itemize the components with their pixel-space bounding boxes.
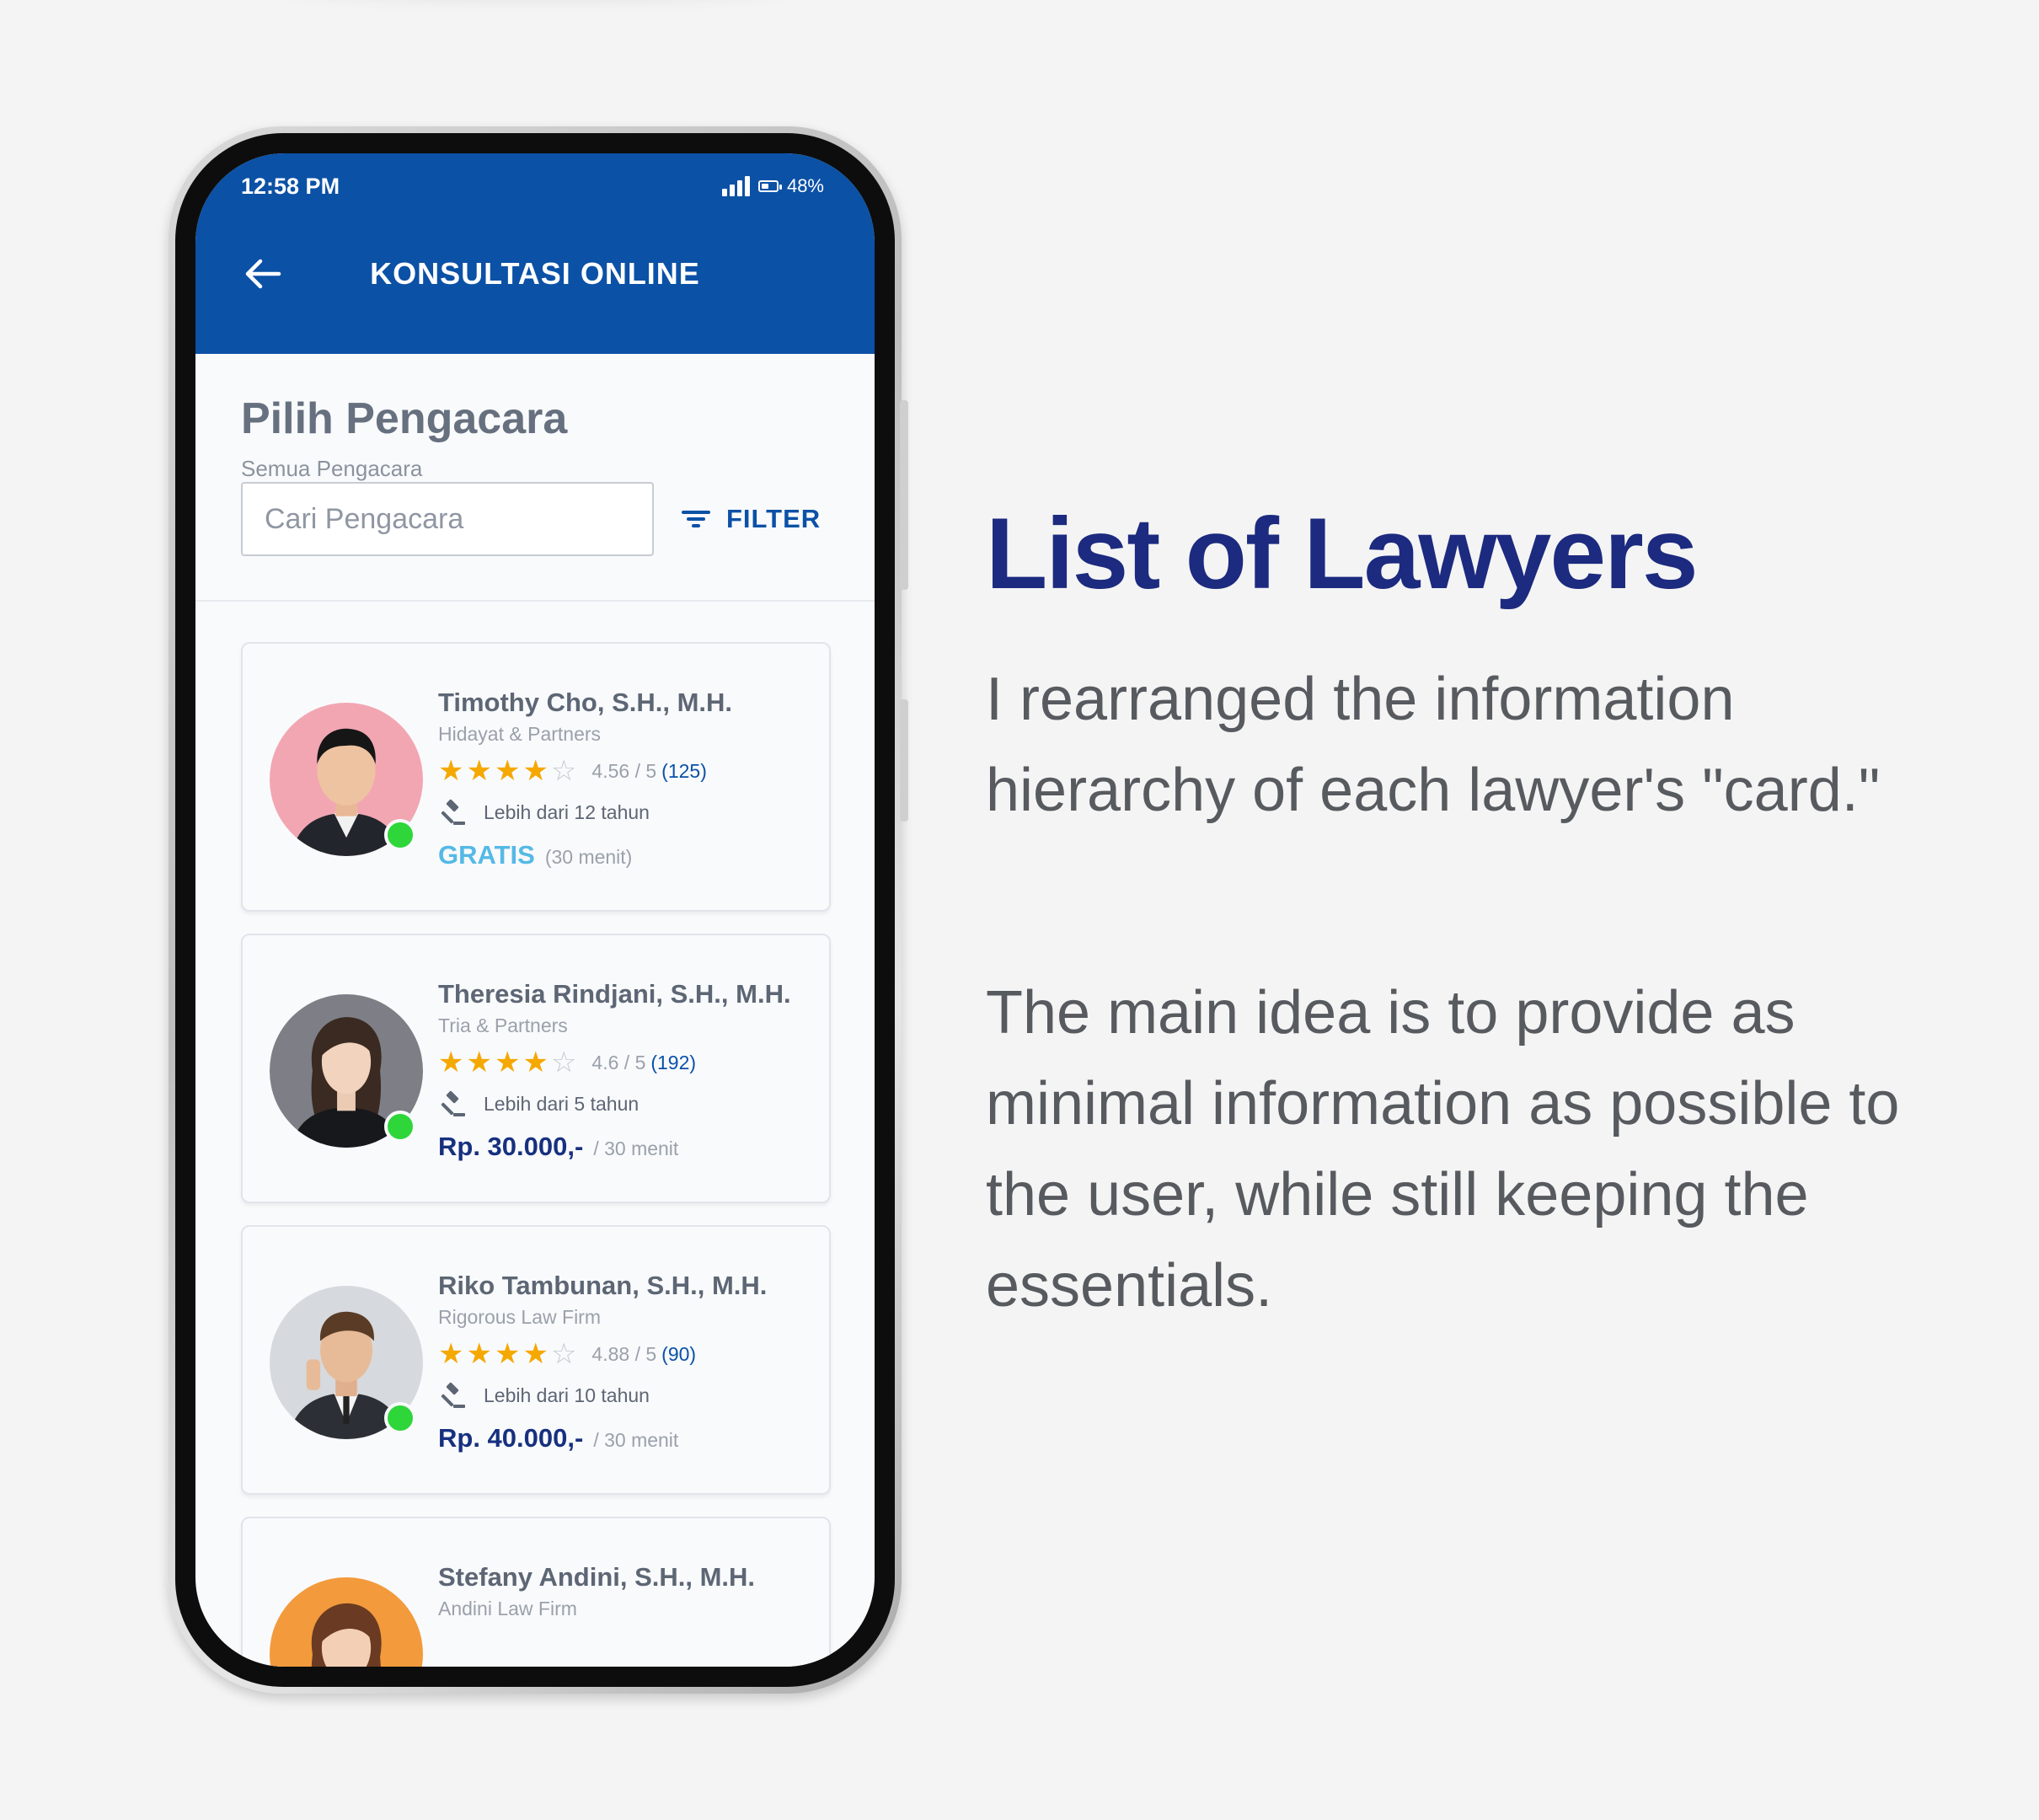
lawyer-name: Stefany Andini, S.H., M.H.: [438, 1562, 756, 1592]
phone-mockup: 12:58 PM 48% KONSULTASI ONLINE Pilih Pen…: [169, 126, 908, 1694]
phone-screen: 12:58 PM 48% KONSULTASI ONLINE Pilih Pen…: [195, 153, 875, 1667]
filter-label: FILTER: [726, 504, 821, 533]
rating-row: ★ ★ ★ ★ ☆ 4.6 / 5 (192): [438, 1047, 816, 1078]
star-icon: ★: [494, 1338, 521, 1370]
battery-percent: 48%: [786, 175, 824, 196]
signal-icon: [721, 176, 750, 196]
filter-icon: [682, 511, 710, 527]
review-count: (192): [650, 1051, 697, 1073]
session-duration: / 30 menit: [593, 1429, 679, 1451]
search-row: FILTER: [195, 482, 875, 602]
page-title: Pilih Pengacara: [241, 394, 568, 443]
description-paragraph: I rearranged the information hierarchy o…: [986, 666, 1881, 824]
lawyer-name: Timothy Cho, S.H., M.H.: [438, 688, 733, 717]
star-rating: ★ ★ ★ ★ ☆: [438, 1340, 576, 1368]
star-icon: ★: [522, 1046, 549, 1079]
lawyer-firm: Hidayat & Partners: [438, 723, 602, 745]
filter-button[interactable]: FILTER: [681, 482, 821, 556]
star-icon: ★: [466, 755, 492, 787]
price-row: Rp. 30.000,- / 30 menit: [438, 1132, 816, 1162]
gavel-icon: [441, 1090, 465, 1116]
lawyer-info: Stefany Andini, S.H., M.H. Andini Law Fi…: [438, 1562, 816, 1620]
decorative-shadow: [286, 0, 792, 2]
online-status-indicator: [384, 1111, 416, 1143]
lawyer-card[interactable]: Timothy Cho, S.H., M.H. Hidayat & Partne…: [241, 642, 831, 912]
star-outline-icon: ☆: [550, 1338, 577, 1370]
description-paragraph: The main idea is to provide as minimal i…: [986, 979, 1900, 1320]
lawyer-card[interactable]: Stefany Andini, S.H., M.H. Andini Law Fi…: [241, 1517, 831, 1667]
review-count: (125): [661, 759, 707, 782]
headline: List of Lawyers: [986, 497, 1699, 610]
star-icon: ★: [438, 755, 464, 787]
phone-side-button: [900, 699, 908, 822]
star-icon: ★: [522, 1338, 549, 1370]
phone-side-button: [900, 400, 908, 590]
star-rating: ★ ★ ★ ★ ☆: [438, 757, 576, 785]
star-icon: ★: [466, 1046, 492, 1079]
experience-row: Lebih dari 10 tahun: [438, 1379, 816, 1411]
experience-text: Lebih dari 5 tahun: [484, 1092, 640, 1115]
star-outline-icon: ☆: [550, 755, 577, 787]
experience-row: Lebih dari 5 tahun: [438, 1088, 816, 1120]
rating-score: 4.6 / 5: [591, 1051, 646, 1073]
status-icons: 48%: [721, 175, 824, 197]
session-duration: (30 menit): [544, 846, 633, 868]
star-icon: ★: [438, 1338, 464, 1370]
status-time: 12:58 PM: [241, 174, 340, 199]
lawyer-name: Theresia Rindjani, S.H., M.H.: [438, 979, 791, 1009]
lawyer-firm: Andini Law Firm: [438, 1598, 577, 1619]
star-icon: ★: [494, 1046, 521, 1079]
star-icon: ★: [522, 755, 549, 787]
experience-row: Lebih dari 12 tahun: [438, 796, 816, 828]
lawyer-avatar: [270, 1577, 423, 1667]
online-status-indicator: [384, 1402, 416, 1434]
online-status-indicator: [384, 819, 416, 851]
rating-row: ★ ★ ★ ★ ☆ 4.88 / 5 (90): [438, 1339, 816, 1369]
price-free: GRATIS: [438, 840, 535, 870]
search-input[interactable]: [241, 482, 654, 556]
star-outline-icon: ☆: [550, 1046, 577, 1079]
price-row: Rp. 40.000,- / 30 menit: [438, 1423, 816, 1453]
price: Rp. 30.000,-: [438, 1132, 584, 1161]
review-count: (90): [661, 1342, 697, 1365]
app-bar-title: KONSULTASI ONLINE: [370, 256, 700, 291]
price: Rp. 40.000,-: [438, 1423, 584, 1453]
lawyer-firm: Tria & Partners: [438, 1014, 568, 1036]
lawyer-card[interactable]: Theresia Rindjani, S.H., M.H. Tria & Par…: [241, 934, 831, 1203]
lawyer-info: Theresia Rindjani, S.H., M.H. Tria & Par…: [438, 979, 816, 1162]
app-bar: 12:58 PM 48% KONSULTASI ONLINE: [195, 153, 875, 354]
rating-row: ★ ★ ★ ★ ☆ 4.56 / 5 (125): [438, 756, 816, 786]
gavel-icon: [441, 1382, 465, 1408]
page-header: Pilih Pengacara Semua Pengacara: [241, 393, 567, 482]
star-icon: ★: [494, 755, 521, 787]
lawyer-info: Timothy Cho, S.H., M.H. Hidayat & Partne…: [438, 688, 816, 870]
battery-icon: [757, 180, 782, 192]
experience-text: Lebih dari 10 tahun: [484, 1384, 650, 1406]
page-subtitle: Semua Pengacara: [241, 456, 423, 481]
star-icon: ★: [466, 1338, 492, 1370]
gavel-icon: [441, 799, 465, 825]
lawyer-info: Riko Tambunan, S.H., M.H. Rigorous Law F…: [438, 1271, 816, 1453]
lawyer-card[interactable]: Riko Tambunan, S.H., M.H. Rigorous Law F…: [241, 1225, 831, 1495]
lawyer-list: Timothy Cho, S.H., M.H. Hidayat & Partne…: [241, 642, 832, 1667]
experience-text: Lebih dari 12 tahun: [484, 800, 650, 823]
lawyer-name: Riko Tambunan, S.H., M.H.: [438, 1271, 768, 1300]
star-rating: ★ ★ ★ ★ ☆: [438, 1048, 576, 1077]
star-icon: ★: [438, 1046, 464, 1079]
rating-score: 4.88 / 5: [591, 1342, 657, 1365]
price-row: GRATIS (30 menit): [438, 840, 816, 870]
lawyer-firm: Rigorous Law Firm: [438, 1306, 601, 1328]
session-duration: / 30 menit: [593, 1138, 679, 1159]
rating-score: 4.56 / 5: [591, 759, 657, 782]
